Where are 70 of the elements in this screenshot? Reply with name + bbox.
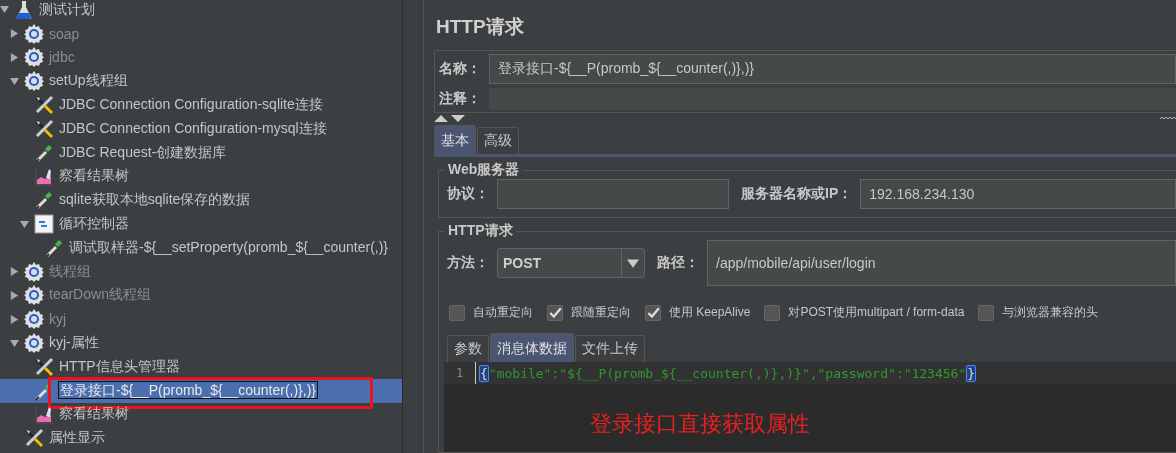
gear-icon bbox=[24, 47, 44, 68]
checkbox-label: 与浏览器兼容的头 bbox=[1002, 304, 1099, 321]
gear-icon bbox=[24, 285, 44, 306]
panel-title: HTTP请求 bbox=[436, 15, 525, 39]
checkbox[interactable] bbox=[449, 304, 465, 321]
gear-icon bbox=[24, 71, 44, 92]
tab[interactable]: 基本 bbox=[434, 125, 476, 154]
checkbox-label: 使用 KeepAlive bbox=[669, 304, 751, 321]
collapse-icon[interactable] bbox=[0, 5, 9, 15]
dropper-icon bbox=[34, 142, 54, 163]
gear-icon bbox=[24, 23, 44, 44]
field-label: 方法： bbox=[446, 254, 490, 272]
checkbox[interactable] bbox=[645, 304, 661, 321]
method-dropdown[interactable]: POST bbox=[497, 248, 645, 278]
dropper-icon bbox=[34, 190, 54, 211]
gear-icon bbox=[24, 333, 44, 354]
field-label: 协议： bbox=[446, 185, 490, 203]
grip-icon[interactable] bbox=[1160, 116, 1176, 120]
flask-icon bbox=[14, 0, 34, 20]
code-line: {"mobile":"${__P(promb_${__counter(,)},)}","password":"123456"} bbox=[478, 365, 977, 381]
collapse-icon[interactable] bbox=[20, 219, 29, 229]
field-label: 名称： bbox=[438, 60, 482, 78]
tree-item[interactable]: JDBC Request-创建数据库 bbox=[58, 143, 228, 160]
gear-icon bbox=[24, 309, 44, 330]
tab[interactable]: 消息体数据 bbox=[490, 333, 574, 362]
path-field[interactable]: /app/mobile/api/user/login bbox=[707, 240, 1176, 286]
collapse-icon[interactable] bbox=[10, 338, 19, 348]
gear-icon bbox=[24, 261, 44, 282]
tree-item[interactable]: HTTP信息头管理器 bbox=[58, 357, 181, 374]
name-field[interactable]: 登录接口-${__P(promb_${__counter(,)},)} bbox=[489, 54, 1176, 84]
server-field[interactable]: 192.168.234.130 bbox=[860, 179, 1176, 209]
tree-item[interactable]: 属性显示 bbox=[48, 429, 106, 446]
chart-icon bbox=[34, 166, 54, 187]
tree-item[interactable]: 循环控制器 bbox=[58, 215, 130, 232]
tools-icon bbox=[34, 95, 54, 116]
field-label: 服务器名称或IP： bbox=[740, 185, 854, 203]
collapse-arrows-icon[interactable] bbox=[434, 114, 466, 122]
checkbox[interactable] bbox=[764, 304, 781, 321]
tree-item[interactable]: sqlite获取本地sqlite保存的数据 bbox=[58, 191, 252, 208]
line-number: 1 bbox=[444, 362, 476, 384]
group-title: Web服务器 bbox=[447, 161, 521, 179]
checkbox[interactable] bbox=[978, 304, 995, 321]
tree-item[interactable]: JDBC Connection Configuration-mysql连接 bbox=[58, 119, 328, 136]
checkbox-label: 跟随重定向 bbox=[571, 304, 631, 321]
tree-item[interactable]: 登录接口-${__P(promb_${__counter(,)},)} bbox=[58, 380, 318, 399]
tree-item[interactable]: 调试取样器-${__setProperty(promb_${__counter(,)} bbox=[68, 238, 390, 255]
tab[interactable]: 文件上传 bbox=[575, 335, 645, 362]
dropper-icon bbox=[44, 237, 64, 258]
tree-item[interactable]: 测试计划 bbox=[38, 0, 96, 17]
checkbox-label: 自动重定向 bbox=[473, 304, 533, 321]
tree-item[interactable]: 察看结果树 bbox=[58, 405, 130, 422]
tools-icon bbox=[34, 118, 54, 139]
checkbox[interactable] bbox=[547, 304, 563, 321]
field-label: 注释： bbox=[438, 90, 482, 108]
collapse-icon[interactable] bbox=[10, 76, 19, 86]
field-label: 路径： bbox=[656, 254, 700, 272]
tree-item[interactable]: 察看结果树 bbox=[58, 167, 130, 184]
tools-icon bbox=[34, 356, 54, 377]
chart-icon bbox=[34, 404, 54, 425]
loop-icon bbox=[34, 214, 54, 235]
tree-item[interactable]: kyj-属性 bbox=[48, 334, 100, 351]
annotation-text: 登录接口直接获取属性 bbox=[590, 410, 811, 438]
checkbox-label: 对POST使用multipart / form-data bbox=[788, 304, 965, 321]
group-title: HTTP请求 bbox=[447, 222, 514, 240]
protocol-field[interactable] bbox=[497, 179, 729, 209]
tab[interactable]: 参数 bbox=[447, 335, 489, 362]
tree-item[interactable]: setUp线程组 bbox=[48, 72, 129, 89]
tree-item[interactable]: JDBC Connection Configuration-sqlite连接 bbox=[58, 96, 324, 113]
tab[interactable]: 高级 bbox=[477, 127, 519, 154]
tools-icon bbox=[24, 428, 44, 449]
